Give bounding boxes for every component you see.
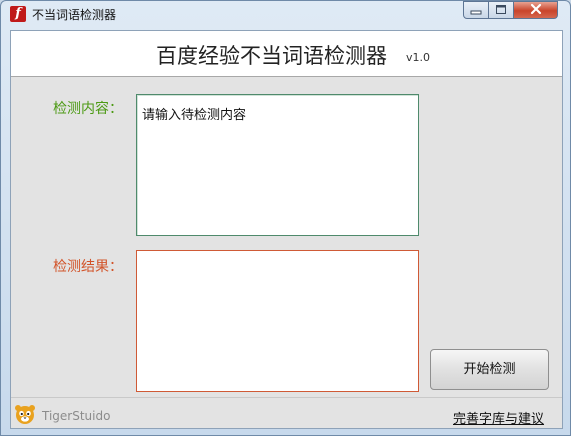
content-label: 检测内容： <box>53 101 123 117</box>
window-title: 不当词语检测器 <box>32 8 117 22</box>
page-title: 百度经验不当词语检测器 <box>156 44 387 68</box>
client-area: 百度经验不当词语检测器 v1.0 检测内容： 请输入待检测内容 检测结果： 开始… <box>10 30 563 429</box>
title-bar[interactable]: f 不当词语检测器 <box>1 1 570 27</box>
maximize-icon <box>496 5 506 14</box>
close-button[interactable] <box>514 1 558 19</box>
app-flash-icon[interactable]: f <box>10 6 26 22</box>
header-panel: 百度经验不当词语检测器 v1.0 <box>11 31 562 77</box>
brand-name: TigerStuido <box>42 409 111 423</box>
minimize-button[interactable] <box>463 1 489 19</box>
app-window: f 不当词语检测器 百度经验不当词语检测器 v1.0 检测内容： 请输入待检测内… <box>0 0 571 436</box>
result-label: 检测结果： <box>53 259 123 275</box>
maximize-button[interactable] <box>489 1 514 19</box>
close-icon <box>530 3 541 15</box>
result-output[interactable] <box>136 250 419 392</box>
footer-divider <box>11 397 562 398</box>
content-input-text: 请输入待检测内容 <box>142 108 247 123</box>
improve-dictionary-link[interactable]: 完善字库与建议 <box>453 408 544 427</box>
minimize-icon <box>470 10 482 15</box>
tiger-logo-icon <box>15 405 35 424</box>
version-label: v1.0 <box>406 51 431 64</box>
content-input[interactable]: 请输入待检测内容 <box>136 94 419 236</box>
start-detect-button[interactable]: 开始检测 <box>430 349 549 390</box>
